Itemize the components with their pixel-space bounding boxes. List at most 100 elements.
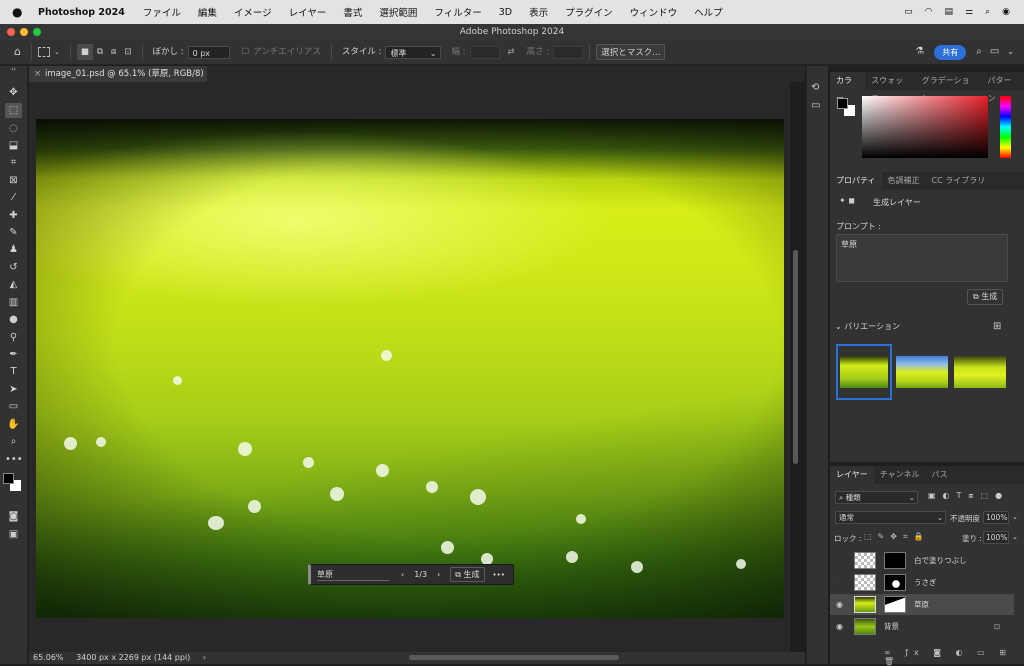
- canvas-image[interactable]: [36, 119, 784, 618]
- vertical-scrollbar[interactable]: [793, 250, 798, 464]
- eye-icon[interactable]: ◉: [836, 594, 843, 615]
- previous-icon[interactable]: ‹: [401, 570, 404, 579]
- prompt-textarea[interactable]: 草原: [836, 234, 1008, 282]
- menu-view[interactable]: 表示: [529, 5, 548, 19]
- generate-button[interactable]: ⧉ 生成: [450, 567, 485, 582]
- menu-filter[interactable]: フィルター: [434, 5, 481, 19]
- dodge-tool-icon[interactable]: ⚲: [5, 330, 22, 345]
- blend-mode-select[interactable]: 通常 ⌄: [835, 511, 946, 524]
- healing-brush-tool-icon[interactable]: ✚: [5, 208, 22, 223]
- lock-icons[interactable]: ⬚✎✥⌗🔒: [864, 532, 929, 542]
- fill-input[interactable]: 100%: [983, 531, 1009, 544]
- subtract-selection-icon[interactable]: ⧈: [107, 44, 120, 60]
- intersect-selection-icon[interactable]: ⊡: [120, 44, 135, 60]
- layer-row[interactable]: · 白で塗りつぶし: [830, 550, 1015, 571]
- eraser-tool-icon[interactable]: ◭: [5, 277, 22, 292]
- search-icon[interactable]: ⌕: [985, 7, 990, 17]
- layer-row-selected[interactable]: ◉ 草原: [830, 594, 1014, 615]
- layers-footer-icons[interactable]: ∞ ƒx ◙ ◐ ▭ ⊞ 🗑: [884, 648, 1024, 666]
- tab-gradients[interactable]: グラデーション: [916, 72, 982, 103]
- tab-properties[interactable]: プロパティ: [830, 172, 882, 190]
- height-input[interactable]: [553, 45, 584, 59]
- close-window-button[interactable]: [7, 28, 15, 36]
- lasso-tool-icon[interactable]: ◌: [5, 121, 22, 136]
- select-and-mask-button[interactable]: 選択とマスク...: [596, 44, 666, 60]
- lock-icon[interactable]: ⊡: [994, 616, 1000, 637]
- more-options-icon[interactable]: •••: [493, 571, 505, 579]
- battery-icon[interactable]: ▭: [904, 7, 913, 17]
- blur-tool-icon[interactable]: ●: [5, 312, 22, 327]
- wifi-icon[interactable]: ◠: [925, 7, 933, 17]
- collapse-icon[interactable]: ››: [5, 66, 22, 74]
- status-menu-icon[interactable]: ›: [203, 653, 206, 662]
- close-tab-icon[interactable]: ×: [34, 66, 41, 82]
- menu-file[interactable]: ファイル: [143, 5, 181, 19]
- app-menu[interactable]: Photoshop 2024: [38, 7, 125, 18]
- add-selection-icon[interactable]: ⧉: [93, 44, 107, 60]
- variation-thumbnail-1[interactable]: [836, 344, 892, 400]
- variation-thumbnail-3[interactable]: [954, 356, 1006, 388]
- hue-slider[interactable]: [1000, 96, 1011, 158]
- menu-3d[interactable]: 3D: [499, 7, 512, 18]
- horizontal-scrollbar[interactable]: [409, 655, 619, 660]
- share-button[interactable]: 共有: [934, 44, 967, 60]
- tab-color[interactable]: カラー: [830, 72, 866, 103]
- frame-tool-icon[interactable]: ⊠: [5, 173, 22, 188]
- flask-icon[interactable]: ⚗: [911, 44, 928, 60]
- prompt-input[interactable]: 草原: [317, 569, 389, 581]
- width-input[interactable]: [469, 45, 500, 59]
- brush-tool-icon[interactable]: ✎: [5, 225, 22, 240]
- menu-plugins[interactable]: プラグイン: [565, 5, 613, 19]
- crop-tool-icon[interactable]: ⌗: [5, 155, 22, 170]
- marquee-preset-icon[interactable]: [37, 47, 50, 57]
- history-panel-icon[interactable]: ⟲: [811, 82, 819, 93]
- grid-view-icon[interactable]: ⊞: [993, 321, 1001, 332]
- comments-panel-icon[interactable]: ▭: [811, 100, 820, 111]
- visibility-off-icon[interactable]: ·: [836, 550, 839, 571]
- search-icon[interactable]: ⌕: [972, 44, 986, 60]
- zoom-tool-icon[interactable]: ⌕: [5, 434, 22, 449]
- tab-swatches[interactable]: スウォッチ: [865, 72, 916, 103]
- antialias-checkbox[interactable]: ☐: [238, 44, 254, 60]
- workspace-icon[interactable]: ▭: [986, 44, 1003, 60]
- path-select-tool-icon[interactable]: ➤: [5, 382, 22, 397]
- new-selection-icon[interactable]: ■: [76, 44, 93, 60]
- variation-thumbnail-2[interactable]: [896, 356, 948, 388]
- chevron-down-icon[interactable]: ⌄: [1012, 533, 1018, 541]
- keyboard-icon[interactable]: ▤: [945, 7, 954, 17]
- eyedropper-tool-icon[interactable]: ⁄: [5, 190, 22, 205]
- minimize-window-button[interactable]: [20, 28, 28, 36]
- screen-mode-icon[interactable]: ▣: [5, 527, 22, 542]
- tab-layers[interactable]: レイヤー: [830, 466, 874, 484]
- chevron-down-icon[interactable]: ⌄: [1003, 44, 1018, 60]
- swap-icon[interactable]: ⇄: [504, 44, 519, 60]
- menu-edit[interactable]: 編集: [198, 5, 217, 19]
- layer-filter-select[interactable]: ⌕ 種類 ⌄: [835, 491, 918, 504]
- menu-layer[interactable]: レイヤー: [289, 5, 327, 19]
- more-tools-icon[interactable]: •••: [5, 452, 23, 467]
- home-icon[interactable]: ⌂: [10, 44, 25, 60]
- layer-row[interactable]: ◉ 背景 ⊡: [830, 616, 1015, 637]
- chevron-down-icon[interactable]: ⌄: [1012, 513, 1018, 521]
- tab-adjustments[interactable]: 色調補正: [882, 172, 926, 190]
- variations-header[interactable]: ⌄ バリエーション: [835, 321, 900, 332]
- menu-help[interactable]: ヘルプ: [694, 5, 723, 19]
- layer-row[interactable]: · うさぎ: [830, 572, 1015, 593]
- menu-image[interactable]: イメージ: [234, 5, 272, 19]
- tab-cc-libraries[interactable]: CC ライブラリ: [926, 172, 992, 190]
- generate-button[interactable]: ⧉ 生成: [967, 289, 1004, 305]
- apple-icon[interactable]: ●: [12, 5, 26, 19]
- stamp-tool-icon[interactable]: ♟: [5, 242, 22, 257]
- hand-tool-icon[interactable]: ✋: [5, 417, 22, 432]
- move-tool-icon[interactable]: ✥: [5, 85, 22, 100]
- menu-select[interactable]: 選択範囲: [379, 5, 417, 19]
- tab-channels[interactable]: チャンネル: [874, 466, 926, 484]
- control-center-icon[interactable]: ⚌: [965, 7, 973, 17]
- pen-tool-icon[interactable]: ✒: [5, 347, 22, 362]
- tab-paths[interactable]: パス: [926, 466, 954, 484]
- zoom-window-button[interactable]: [33, 28, 41, 36]
- next-icon[interactable]: ›: [437, 570, 440, 579]
- chevron-down-icon[interactable]: ⌄: [50, 44, 64, 60]
- foreground-color-swatch[interactable]: [837, 98, 848, 109]
- layer-filter-icons[interactable]: ▣◐T⧈⬚●: [928, 491, 1009, 501]
